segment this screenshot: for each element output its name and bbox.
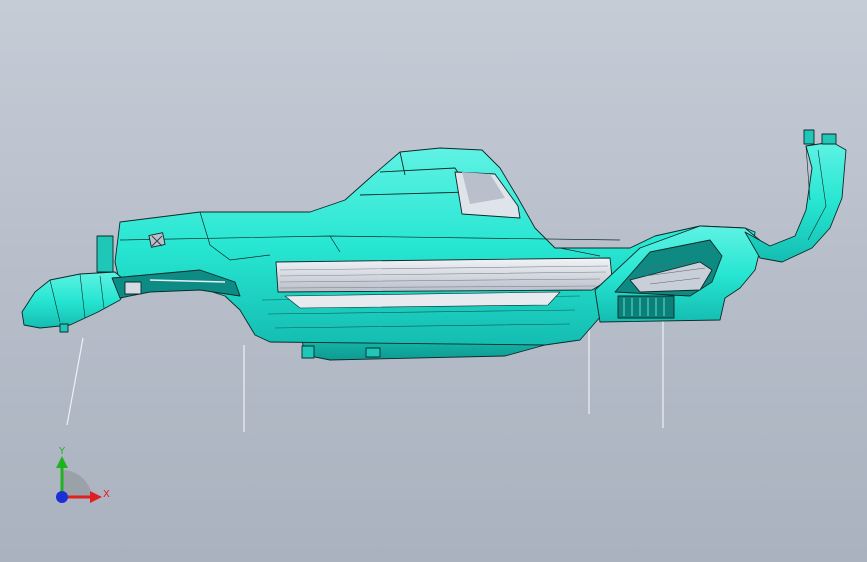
y-arrowhead [56, 456, 68, 468]
x-emblem [148, 232, 166, 248]
part-model[interactable] [21, 129, 847, 361]
x-axis-label: X [103, 489, 110, 500]
underside-clip-1 [301, 345, 315, 359]
left-tab [96, 235, 114, 273]
right-vent [617, 295, 675, 319]
underside-clip-2 [365, 347, 381, 358]
leader-line-1 [66, 337, 84, 426]
model-scene[interactable]: Y X [0, 0, 867, 562]
triad-shadow [62, 469, 92, 497]
left-foot [59, 323, 69, 333]
right-arm [744, 141, 847, 263]
left-connector [124, 281, 142, 295]
cad-viewport[interactable]: Y X [0, 0, 867, 562]
z-axis-origin [56, 491, 68, 503]
right-arm-cap-2 [821, 133, 837, 145]
x-arrowhead [90, 491, 102, 503]
coordinate-triad[interactable]: Y X [56, 446, 110, 503]
y-axis-label: Y [58, 446, 66, 457]
right-arm-cap [803, 129, 815, 145]
